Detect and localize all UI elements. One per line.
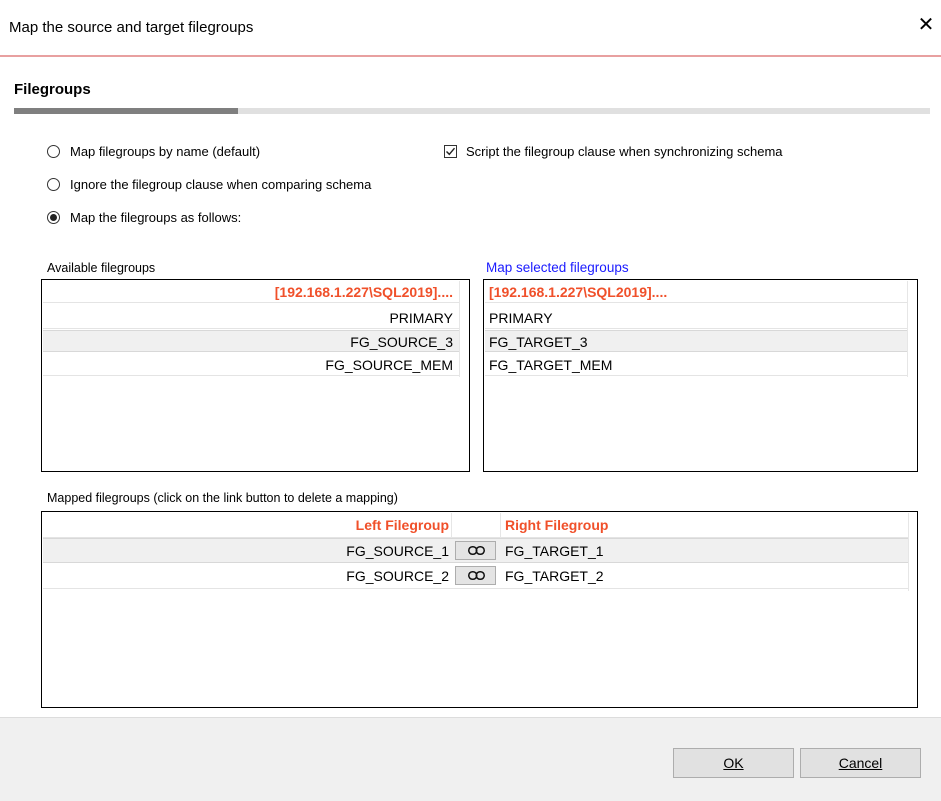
list-header: [192.168.1.227\SQL2019]....	[485, 281, 907, 303]
right-filegroup-cell: FG_TARGET_1	[505, 543, 604, 559]
mapped-filegroups-label: Mapped filegroups (click on the link but…	[47, 491, 398, 505]
cancel-button[interactable]: Cancel	[800, 748, 921, 778]
column-separator	[451, 513, 452, 538]
right-filegroup-header: Right Filegroup	[505, 517, 609, 533]
checkmark-icon	[446, 147, 456, 156]
section-underline	[14, 108, 930, 114]
list-header: [192.168.1.227\SQL2019]....	[43, 281, 459, 303]
dialog-footer: OK Cancel	[0, 717, 941, 801]
radio-label-ignore: Ignore the filegroup clause when compari…	[70, 177, 372, 192]
link-icon	[468, 546, 485, 555]
table-row[interactable]: FG_SOURCE_2 FG_TARGET_2	[43, 564, 908, 589]
list-item[interactable]: FG_SOURCE_MEM	[43, 354, 459, 376]
dialog-title: Map the source and target filegroups	[9, 19, 254, 36]
available-filegroups-list[interactable]: [192.168.1.227\SQL2019].... PRIMARY FG_S…	[41, 279, 470, 472]
left-filegroup-header: Left Filegroup	[355, 517, 449, 533]
column-separator	[500, 513, 501, 538]
radio-label-by-name: Map filegroups by name (default)	[70, 144, 261, 159]
radio-button-selected[interactable]	[47, 211, 60, 224]
radio-button[interactable]	[47, 178, 60, 191]
link-button[interactable]	[455, 566, 496, 585]
radio-ignore-clause[interactable]: Ignore the filegroup clause when compari…	[47, 177, 371, 192]
cancel-button-label: Cancel	[838, 755, 883, 771]
grid-header-row: Left Filegroup Right Filegroup	[43, 513, 908, 538]
radio-button[interactable]	[47, 145, 60, 158]
link-icon	[468, 571, 485, 580]
checkbox[interactable]	[444, 145, 457, 158]
mapped-filegroups-grid[interactable]: Left Filegroup Right Filegroup FG_SOURCE…	[41, 511, 918, 708]
radio-map-as-follows[interactable]: Map the filegroups as follows:	[47, 210, 241, 225]
radio-label-as-follows: Map the filegroups as follows:	[70, 210, 242, 225]
map-selected-filegroups-label: Map selected filegroups	[486, 260, 629, 275]
radio-map-by-name[interactable]: Map filegroups by name (default)	[47, 144, 260, 159]
list-item[interactable]: PRIMARY	[485, 307, 907, 329]
list-item[interactable]: PRIMARY	[43, 307, 459, 329]
close-icon[interactable]: ✕	[911, 12, 941, 38]
title-bar: Map the source and target filegroups ✕	[0, 0, 941, 57]
checkbox-label: Script the filegroup clause when synchro…	[466, 144, 783, 159]
section-underline-accent	[14, 108, 238, 114]
available-filegroups-label: Available filegroups	[47, 261, 156, 275]
checkbox-script-clause[interactable]: Script the filegroup clause when synchro…	[444, 144, 783, 159]
column-separator	[908, 513, 909, 591]
left-filegroup-cell: FG_SOURCE_1	[346, 543, 449, 559]
list-item[interactable]: FG_TARGET_MEM	[485, 354, 907, 376]
ok-button[interactable]: OK	[673, 748, 794, 778]
section-title: Filegroups	[14, 81, 91, 98]
column-separator	[907, 281, 908, 377]
table-row[interactable]: FG_SOURCE_1 FG_TARGET_1	[43, 538, 908, 563]
list-item-selected[interactable]: FG_TARGET_3	[485, 330, 907, 352]
left-filegroup-cell: FG_SOURCE_2	[346, 568, 449, 584]
ok-button-label: OK	[723, 755, 744, 771]
link-button[interactable]	[455, 541, 496, 560]
map-selected-filegroups-list[interactable]: [192.168.1.227\SQL2019].... PRIMARY FG_T…	[483, 279, 918, 472]
right-filegroup-cell: FG_TARGET_2	[505, 568, 604, 584]
list-item-selected[interactable]: FG_SOURCE_3	[43, 330, 459, 352]
column-separator	[459, 281, 460, 377]
